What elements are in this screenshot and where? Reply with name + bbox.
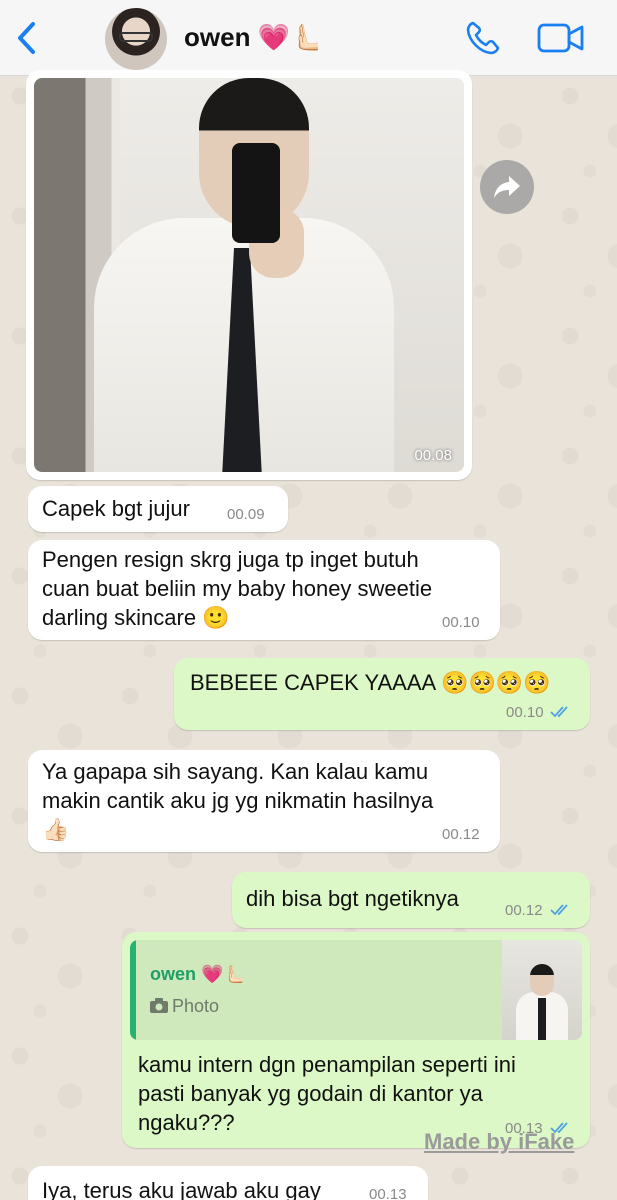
quote-media-type: Photo [172, 996, 220, 1016]
message-text-line: darling skincare 🙂 [42, 605, 230, 630]
contact-name[interactable]: owen 💗🫷🏻 [184, 22, 322, 53]
message-text-line: kamu intern dgn penampilan seperti ini [138, 1052, 516, 1077]
message-time: 00.09 [227, 506, 265, 523]
forward-icon [494, 176, 520, 198]
quote-thumbnail [502, 940, 582, 1040]
message-text-line: 👍🏻 [42, 817, 70, 842]
message-text: BEBEEE CAPEK YAAAA 🥺🥺🥺🥺 [190, 670, 551, 695]
read-ticks-icon [550, 706, 568, 718]
image-message[interactable]: 00.08 [26, 70, 472, 480]
message-text: Iya, terus aku jawab aku gay [42, 1178, 321, 1200]
message-text-line: Pengen resign skrg juga tp inget butuh [42, 547, 419, 572]
message-text-line: cuan buat beliin my baby honey sweetie [42, 576, 433, 601]
message-text-line: Ya gapapa sih sayang. Kan kalau kamu [42, 759, 429, 784]
avatar[interactable] [105, 8, 167, 70]
message-bubble[interactable]: dih bisa bgt ngetiknya 00.12 [232, 872, 590, 928]
quote-accent-bar [130, 940, 136, 1040]
message-bubble[interactable]: Iya, terus aku jawab aku gay 00.13 [28, 1166, 428, 1200]
message-bubble[interactable]: Capek bgt jujur 00.09 [28, 486, 288, 532]
forward-button[interactable] [480, 160, 534, 214]
message-time: 00.10 [506, 704, 544, 721]
camera-icon [150, 998, 168, 1013]
message-text: Capek bgt jujur [42, 496, 190, 521]
message-time: 00.13 [369, 1186, 407, 1200]
message-text-line: pasti banyak yg godain di kantor ya [138, 1081, 483, 1106]
quoted-message[interactable]: owen 💗🫷🏻 Photo [130, 940, 582, 1040]
message-bubble[interactable]: Ya gapapa sih sayang. Kan kalau kamu mak… [28, 750, 500, 852]
quote-sender-name: owen 💗🫷🏻 [150, 964, 246, 984]
phone-icon[interactable] [464, 19, 502, 57]
video-camera-icon[interactable] [537, 22, 585, 54]
selfie-photo[interactable] [34, 78, 464, 472]
message-time: 00.10 [442, 614, 480, 631]
chat-header: owen 💗🫷🏻 [0, 0, 617, 76]
read-ticks-icon [550, 904, 568, 916]
message-time: 00.12 [505, 902, 543, 919]
message-time: 00.08 [414, 447, 452, 464]
message-bubble[interactable]: BEBEEE CAPEK YAAAA 🥺🥺🥺🥺 00.10 [174, 658, 590, 730]
message-time: 00.12 [442, 826, 480, 843]
message-text-line: makin cantik aku jg yg nikmatin hasilnya [42, 788, 434, 813]
watermark: Made by iFake [424, 1129, 575, 1154]
message-bubble[interactable]: Pengen resign skrg juga tp inget butuh c… [28, 540, 500, 640]
reply-message-bubble[interactable]: owen 💗🫷🏻 Photo kamu intern dgn penampila… [122, 932, 590, 1148]
message-text: dih bisa bgt ngetiknya [246, 886, 459, 911]
chevron-left-icon[interactable] [14, 20, 40, 56]
